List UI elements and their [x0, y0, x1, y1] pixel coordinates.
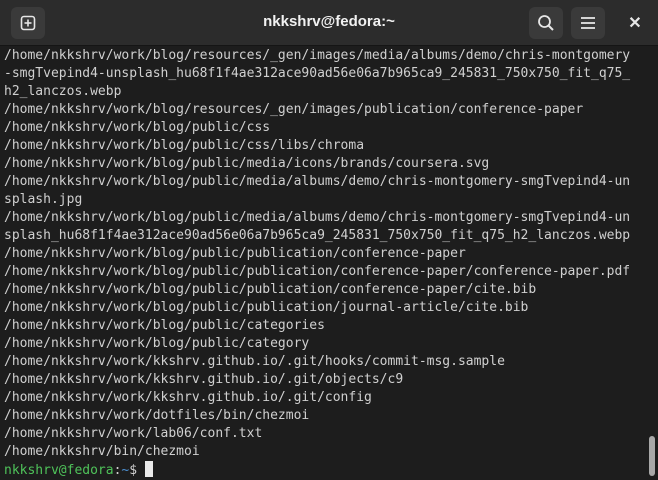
output-line: /home/nkkshrv/bin/chezmoi — [4, 444, 200, 459]
output-line: /home/nkkshrv/work/blog/public/media/alb… — [4, 210, 631, 225]
output-line: /home/nkkshrv/work/kkshrv.github.io/.git… — [4, 354, 505, 369]
text-cursor — [144, 461, 153, 477]
terminal-window: nkkshrv@fedora:~ ✕ /home/nkkshrv/work/bl… — [0, 0, 658, 480]
menu-button[interactable] — [571, 7, 605, 39]
output-line: /home/nkkshrv/work/kkshrv.github.io/.git… — [4, 372, 404, 387]
output-line: /home/nkkshrv/work/blog/public/publicati… — [4, 282, 537, 297]
output-line: /home/nkkshrv/work/lab06/conf.txt — [4, 426, 263, 441]
new-tab-button[interactable] — [11, 7, 45, 39]
output-line: /home/nkkshrv/work/kkshrv.github.io/.git… — [4, 390, 372, 405]
prompt-line[interactable]: nkkshrv@fedora:~$ — [4, 461, 648, 479]
output-line: -smgTvepind4-unsplash_hu68f1f4ae312ace90… — [4, 66, 631, 81]
output-line: /home/nkkshrv/work/blog/public/publicati… — [4, 300, 529, 315]
close-icon: ✕ — [628, 15, 642, 32]
output-line: /home/nkkshrv/work/dotfiles/bin/chezmoi — [4, 408, 310, 423]
output-line: /home/nkkshrv/work/blog/public/media/ico… — [4, 156, 490, 171]
terminal-output[interactable]: /home/nkkshrv/work/blog/resources/_gen/i… — [0, 46, 658, 480]
output-line: /home/nkkshrv/work/blog/public/css — [4, 120, 271, 135]
output-line: /home/nkkshrv/work/blog/resources/_gen/i… — [4, 102, 584, 117]
close-button[interactable]: ✕ — [618, 7, 652, 39]
output-line: /home/nkkshrv/work/blog/public/publicati… — [4, 246, 466, 261]
prompt-symbol: $ — [129, 463, 145, 478]
output-line: h2_lanczos.webp — [4, 84, 122, 99]
output-line: /home/nkkshrv/work/blog/resources/_gen/i… — [4, 48, 631, 63]
output-line: splash.jpg — [4, 192, 83, 207]
output-line: /home/nkkshrv/work/blog/public/categorie… — [4, 318, 325, 333]
output-line: /home/nkkshrv/work/blog/public/publicati… — [4, 264, 631, 279]
search-button[interactable] — [529, 7, 563, 39]
prompt-user-host: nkkshrv@fedora — [4, 463, 114, 478]
output-line: /home/nkkshrv/work/blog/public/media/alb… — [4, 174, 631, 189]
output-line: /home/nkkshrv/work/blog/public/css/libs/… — [4, 138, 365, 153]
hamburger-menu-icon — [581, 17, 595, 29]
title-bar: nkkshrv@fedora:~ ✕ — [0, 0, 658, 46]
scrollbar[interactable] — [646, 46, 658, 480]
search-icon — [538, 15, 554, 31]
output-lines: /home/nkkshrv/work/blog/resources/_gen/i… — [4, 47, 648, 479]
scrollbar-thumb[interactable] — [649, 436, 655, 476]
output-line: /home/nkkshrv/work/blog/public/category — [4, 336, 310, 351]
output-line: splash_hu68f1f4ae312ace90ad56e06a7b965ca… — [4, 228, 631, 243]
new-tab-icon — [20, 15, 36, 31]
